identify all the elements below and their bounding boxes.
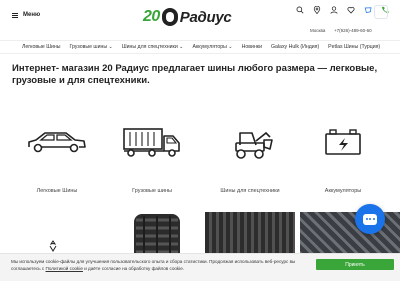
heart-icon[interactable] <box>347 6 355 14</box>
nav-item-petlas[interactable]: Petlas Шины (Турция) <box>328 44 380 50</box>
page-headline: Интернет- магазин 20 Радиус предлагает ш… <box>12 63 378 86</box>
menu-label: Меню <box>23 12 41 18</box>
cookie-text: Мы используем cookie-файлы для улучшения… <box>11 259 301 272</box>
city-selector[interactable]: Москва <box>310 28 325 33</box>
truck-icon <box>107 122 197 162</box>
site-header: Меню 20 Радиус Москва +7(926)-489-60-60 <box>0 0 400 36</box>
category-nav: Легковые Шины Грузовые шины ⌄ Шины для с… <box>0 40 400 54</box>
battery-icon <box>298 122 388 162</box>
category-grid: Легковые Шины Грузовые шины Шины для спе… <box>0 122 400 202</box>
chat-icon <box>363 213 377 225</box>
hamburger-icon <box>12 12 18 18</box>
nav-item-passenger[interactable]: Легковые Шины <box>22 44 60 50</box>
nav-item-new[interactable]: Новинки <box>242 44 262 50</box>
menu-button[interactable]: Меню <box>12 12 40 18</box>
category-truck[interactable]: Грузовые шины <box>107 122 197 194</box>
user-icon[interactable] <box>330 6 338 14</box>
nav-item-truck[interactable]: Грузовые шины ⌄ <box>69 44 112 50</box>
nav-item-batteries[interactable]: Аккумуляторы ⌄ <box>193 44 233 50</box>
cart-icon[interactable] <box>364 6 372 14</box>
logo-number: 20 <box>143 8 160 25</box>
phone-button-frame[interactable] <box>374 5 388 19</box>
nav-item-special[interactable]: Шины для спецтехники ⌄ <box>122 44 184 50</box>
category-batteries[interactable]: Аккумуляторы <box>298 122 388 194</box>
category-label: Легковые Шины <box>36 188 78 194</box>
accept-cookies-button[interactable]: Принять <box>316 259 394 270</box>
loader-icon <box>205 122 295 162</box>
logo[interactable]: 20 Радиус <box>143 6 232 28</box>
logo-word: Радиус <box>179 8 232 26</box>
cookie-policy-link[interactable]: Политикой cookie <box>46 266 83 271</box>
category-special[interactable]: Шины для спецтехники <box>205 122 295 194</box>
search-icon[interactable] <box>296 6 304 14</box>
category-label: Аккумуляторы <box>324 188 362 194</box>
nav-item-galaxy[interactable]: Galaxy Hulk (Индия) <box>271 44 319 50</box>
location-icon[interactable] <box>313 6 321 14</box>
cookie-text-after: и даёте согласие на обработку файлов coo… <box>82 265 185 271</box>
category-label: Грузовые шины <box>132 188 172 194</box>
category-label: Шины для спецтехники <box>220 188 280 194</box>
tire-logo-icon <box>161 8 178 26</box>
chat-button[interactable] <box>355 204 385 234</box>
tire-small-icon <box>49 240 57 252</box>
category-passenger[interactable]: Легковые Шины <box>12 122 102 194</box>
car-icon <box>12 122 102 162</box>
cookie-banner: Мы используем cookie-файлы для улучшения… <box>0 253 400 281</box>
phone-number[interactable]: +7(926)-489-60-60 <box>334 28 372 33</box>
